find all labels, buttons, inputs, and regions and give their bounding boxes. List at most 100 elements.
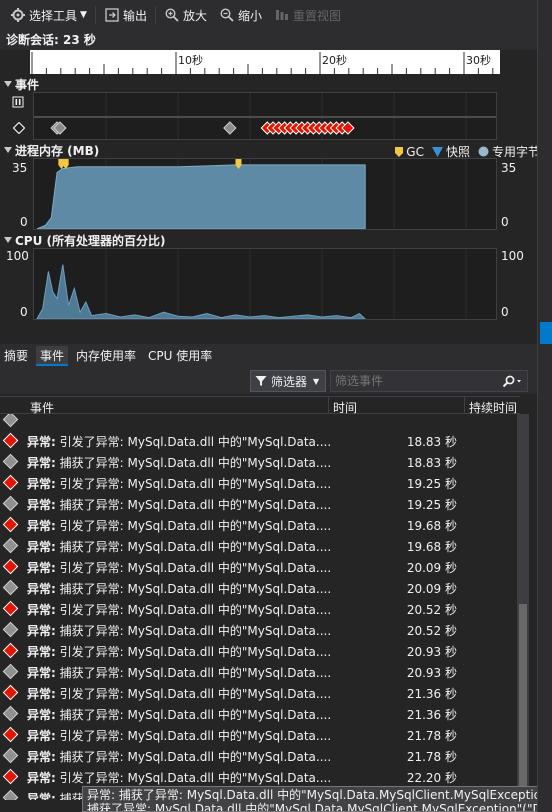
table-row[interactable]: 异常: 捕获了异常: MySql.Data.dll 中的"MySql.Data.… <box>0 452 517 473</box>
event-description: 异常: 捕获了异常: MySql.Data.dll 中的"MySql.Data.… <box>27 454 331 471</box>
tab-cpu-usage[interactable]: CPU 使用率 <box>144 346 216 366</box>
cpu-chart[interactable] <box>33 248 497 320</box>
event-description: 异常: 引发了异常: MySql.Data.dll 中的"MySql.Data.… <box>27 517 331 534</box>
event-category: 异常: <box>27 666 56 680</box>
select-tools-button[interactable]: 选择工具 ▼ <box>4 3 93 27</box>
event-category: 异常: <box>27 498 56 512</box>
event-category: 异常: <box>27 435 56 449</box>
event-text: 引发了异常: MySql.Data.dll 中的"MySql.Data.... <box>59 561 332 575</box>
event-description: 异常: 引发了异常: MySql.Data.dll 中的"MySql.Data.… <box>27 769 331 786</box>
filter-events-input[interactable] <box>330 370 528 392</box>
event-time: 18.83 秒 <box>406 435 457 449</box>
memory-chart-canvas <box>36 159 467 229</box>
event-description: 异常: 引发了异常: MySql.Data.dll 中的"MySql.Data.… <box>27 601 331 618</box>
table-row[interactable]: 异常: 引发了异常: MySql.Data.dll 中的"MySql.Data.… <box>0 473 517 494</box>
event-category: 异常: <box>27 477 56 491</box>
ruler-label-10s: 10秒 <box>178 54 203 67</box>
table-row[interactable]: 异常: 引发了异常: MySql.Data.dll 中的"MySql.Data.… <box>0 515 517 536</box>
memory-section-header[interactable]: 进程内存 (MB) <box>0 142 99 158</box>
table-row[interactable]: 异常: 捕获了异常: MySql.Data.dll 中的"MySql.Data.… <box>0 494 517 515</box>
reset-view-button[interactable]: 重置视图 <box>268 3 347 27</box>
event-description: 异常: 引发了异常: MySql.Data.dll 中的"MySql.Data.… <box>27 685 331 702</box>
caught-exception-icon <box>2 495 19 512</box>
tooltip-line-2: 捕获了异常: MySql.Data.dll 中的"MySql.Data.MySq… <box>87 802 552 812</box>
filter-bar: 筛选器 ▼ <box>0 366 537 394</box>
tab-summary[interactable]: 摘要 <box>0 346 32 366</box>
cpu-y-max-left: 100 <box>6 249 29 263</box>
table-row[interactable]: 异常: 引发了异常: MySql.Data.dll 中的"MySql.Data.… <box>0 599 517 620</box>
event-category: 异常: <box>27 603 56 617</box>
event-text: 捕获了异常: MySql.Data.dll 中的"MySql.Data.... <box>59 666 332 680</box>
legend-gc-label: GC <box>406 144 424 159</box>
column-divider[interactable] <box>464 397 465 415</box>
caught-exception-icon <box>2 663 19 680</box>
event-text: 引发了异常: MySql.Data.dll 中的"MySql.Data.... <box>59 771 332 785</box>
event-description: 异常: 捕获了异常: MySql.Data.dll 中的"MySql.Data.… <box>27 748 331 765</box>
event-text: 引发了异常: MySql.Data.dll 中的"MySql.Data.... <box>59 603 332 617</box>
event-time: 20.09 秒 <box>406 561 457 575</box>
gc-marker <box>62 159 69 169</box>
pause-icon <box>12 96 24 111</box>
event-text: 捕获了异常: MySql.Data.dll 中的"MySql.Data.... <box>59 540 332 554</box>
filter-button[interactable]: 筛选器 ▼ <box>250 370 326 392</box>
events-section-header[interactable]: 事件 <box>0 76 39 92</box>
table-row[interactable]: 异常: 引发了异常: MySql.Data.dll 中的"MySql.Data.… <box>0 683 517 704</box>
memory-chart[interactable] <box>33 158 497 230</box>
reset-view-icon <box>274 7 290 23</box>
table-row[interactable]: 异常: 捕获了异常: MySql.Data.dll 中的"MySql.Data.… <box>0 704 517 725</box>
table-row[interactable]: 异常: 捕获了异常: MySql.Data.dll 中的"MySql.Data.… <box>0 746 517 767</box>
event-description: 异常: 引发了异常: MySql.Data.dll 中的"MySql.Data.… <box>27 559 331 576</box>
event-category: 异常: <box>27 582 56 596</box>
table-row[interactable]: 异常: 引发了异常: MySql.Data.dll 中的"MySql.Data.… <box>0 725 517 746</box>
events-track[interactable] <box>33 92 497 140</box>
table-row-partial[interactable] <box>0 414 517 431</box>
event-category: 异常: <box>27 729 56 743</box>
tooltip-line-1: 异常: 捕获了异常: MySql.Data.dll 中的"MySql.Data.… <box>87 788 552 802</box>
adjacent-window-highlight <box>540 322 552 344</box>
table-row[interactable]: 异常: 捕获了异常: MySql.Data.dll 中的"MySql.Data.… <box>0 662 517 683</box>
event-description: 异常: 捕获了异常: MySql.Data.dll 中的"MySql.Data.… <box>27 622 331 639</box>
event-description: 异常: 捕获了异常: MySql.Data.dll 中的"MySql.Data.… <box>27 496 331 513</box>
table-row[interactable]: 异常: 捕获了异常: MySql.Data.dll 中的"MySql.Data.… <box>0 620 517 641</box>
scrollbar-thumb[interactable] <box>519 604 527 794</box>
event-category: 异常: <box>27 624 56 638</box>
thrown-exception-icon <box>2 558 19 575</box>
zoom-in-label: 放大 <box>182 8 207 23</box>
events-table-body: 异常: 引发了异常: MySql.Data.dll 中的"MySql.Data.… <box>0 414 517 800</box>
memory-y-max-right: 35 <box>501 161 517 175</box>
table-row[interactable]: 异常: 捕获了异常: MySql.Data.dll 中的"MySql.Data.… <box>0 578 517 599</box>
event-category: 异常: <box>27 708 56 722</box>
thrown-exception-icon <box>2 432 19 449</box>
table-row[interactable]: 异常: 引发了异常: MySql.Data.dll 中的"MySql.Data.… <box>0 767 517 788</box>
zoom-in-button[interactable]: 放大 <box>158 3 213 27</box>
diamond-legend-icon <box>12 121 26 137</box>
output-button[interactable]: 输出 <box>98 3 153 27</box>
tab-events[interactable]: 事件 <box>36 346 69 366</box>
caught-exception-icon <box>2 453 19 470</box>
event-category: 异常: <box>27 645 56 659</box>
tab-memory-usage[interactable]: 内存使用率 <box>72 346 140 366</box>
event-text: 捕获了异常: MySql.Data.dll 中的"MySql.Data.... <box>59 456 332 470</box>
zoom-out-button[interactable]: 缩小 <box>213 3 268 27</box>
column-divider[interactable] <box>328 397 329 415</box>
memory-title: 进程内存 (MB) <box>15 143 100 158</box>
event-text: 引发了异常: MySql.Data.dll 中的"MySql.Data.... <box>59 645 332 659</box>
gear-icon <box>10 7 26 23</box>
funnel-icon <box>255 376 267 386</box>
table-row[interactable]: 异常: 引发了异常: MySql.Data.dll 中的"MySql.Data.… <box>0 641 517 662</box>
table-row[interactable]: 异常: 捕获了异常: MySql.Data.dll 中的"MySql.Data.… <box>0 536 517 557</box>
table-row[interactable]: 异常: 引发了异常: MySql.Data.dll 中的"MySql.Data.… <box>0 557 517 578</box>
thrown-exception-icon <box>2 726 19 743</box>
cpu-y-min-right: 0 <box>501 305 509 319</box>
event-time: 21.78 秒 <box>406 729 457 743</box>
events-table-header: 事件 时间 持续时间 <box>0 396 520 415</box>
search-button[interactable] <box>500 373 524 391</box>
event-category: 异常: <box>27 792 56 800</box>
cpu-section-header[interactable]: CPU (所有处理器的百分比) <box>0 232 166 248</box>
thrown-exception-icon <box>2 642 19 659</box>
table-row[interactable]: 异常: 引发了异常: MySql.Data.dll 中的"MySql.Data.… <box>0 431 517 452</box>
timeline-ruler[interactable]: 10秒 20秒 30秒 <box>30 50 500 74</box>
cpu-chart-canvas <box>36 249 467 319</box>
events-table-scrollbar[interactable] <box>517 414 529 800</box>
zoom-out-icon <box>219 7 235 23</box>
